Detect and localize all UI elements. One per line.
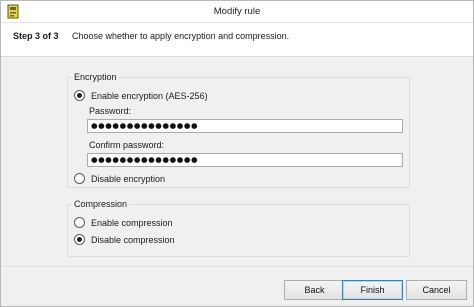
enable-compression-label: Enable compression [91, 217, 173, 228]
wizard-header: Step 3 of 3 Choose whether to apply encr… [1, 23, 473, 57]
encryption-group: Encryption Enable encryption (AES-256) P… [67, 72, 410, 188]
compression-group: Compression Enable compression Disable c… [67, 199, 410, 257]
disable-compression-label: Disable compression [91, 234, 175, 245]
radio-button-unchecked[interactable] [74, 217, 85, 228]
enable-compression-radio[interactable]: Enable compression [74, 217, 173, 228]
dialog-content: Encryption Enable encryption (AES-256) P… [1, 58, 473, 266]
confirm-password-label: Confirm password: [89, 140, 165, 150]
dialog-footer: Back Finish Cancel [1, 266, 473, 306]
compression-group-title: Compression [72, 199, 130, 209]
radio-button-checked[interactable] [74, 234, 85, 245]
back-button[interactable]: Back [284, 280, 345, 300]
enable-encryption-radio[interactable]: Enable encryption (AES-256) [74, 90, 208, 101]
title-bar[interactable]: Modify rule [1, 1, 473, 23]
encryption-group-title: Encryption [72, 72, 119, 82]
window-title: Modify rule [213, 6, 261, 17]
step-indicator: Step 3 of 3 [13, 31, 59, 41]
enable-encryption-label: Enable encryption (AES-256) [91, 90, 208, 101]
password-field[interactable]: ●●●●●●●●●●●●●●● [87, 119, 403, 133]
disable-encryption-radio[interactable]: Disable encryption [74, 173, 165, 184]
radio-button-unchecked[interactable] [74, 173, 85, 184]
confirm-password-field[interactable]: ●●●●●●●●●●●●●●● [87, 153, 403, 167]
modify-rule-dialog: Modify rule Step 3 of 3 Choose whether t… [0, 0, 474, 307]
radio-button-checked[interactable] [74, 90, 85, 101]
step-description: Choose whether to apply encryption and c… [72, 31, 290, 41]
disable-encryption-label: Disable encryption [91, 173, 166, 184]
disable-compression-radio[interactable]: Disable compression [74, 234, 175, 245]
cancel-button[interactable]: Cancel [406, 280, 467, 300]
password-label: Password: [89, 106, 132, 116]
finish-button[interactable]: Finish [342, 280, 403, 300]
